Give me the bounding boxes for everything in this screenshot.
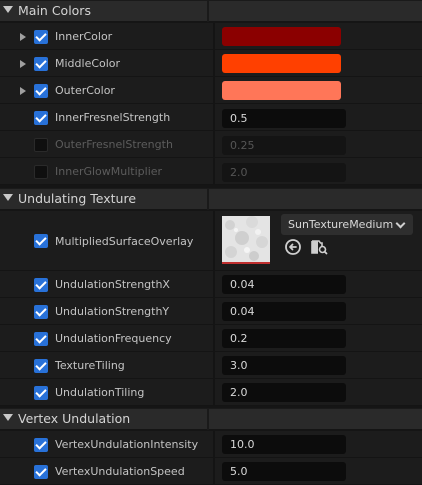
texture-tiling-input[interactable]: 3.0: [222, 356, 346, 375]
override-checkbox[interactable]: [34, 465, 48, 479]
vertex-speed-input[interactable]: 5.0: [222, 462, 346, 481]
inner-fresnel-input[interactable]: 0.5: [222, 109, 346, 128]
override-checkbox[interactable]: [34, 111, 48, 125]
override-checkbox[interactable]: [34, 278, 48, 292]
override-checkbox[interactable]: [34, 84, 48, 98]
strength-x-input[interactable]: 0.04: [222, 275, 346, 294]
override-checkbox[interactable]: [34, 234, 48, 248]
property-row-vertex-intensity: VertexUndulationIntensity 10.0: [0, 431, 422, 458]
section-title: Undulating Texture: [18, 191, 137, 206]
inner-color-swatch[interactable]: [222, 27, 341, 46]
column-divider[interactable]: [213, 158, 215, 184]
texture-asset-dropdown[interactable]: SunTextureMedium: [281, 214, 413, 235]
column-divider[interactable]: [213, 271, 215, 297]
column-divider[interactable]: [213, 131, 215, 157]
column-divider[interactable]: [213, 77, 215, 103]
override-checkbox[interactable]: [34, 305, 48, 319]
override-checkbox[interactable]: [34, 30, 48, 44]
dropdown-chevron-icon: [395, 218, 406, 229]
vertex-intensity-input[interactable]: 10.0: [222, 435, 346, 454]
property-row-vertex-speed: VertexUndulationSpeed 5.0: [0, 458, 422, 485]
override-checkbox[interactable]: [34, 165, 48, 179]
strength-y-input[interactable]: 0.04: [222, 302, 346, 321]
undulation-tiling-input[interactable]: 2.0: [222, 383, 346, 402]
column-divider[interactable]: [213, 379, 215, 405]
column-divider[interactable]: [213, 325, 215, 351]
property-row-inner-color: InnerColor: [0, 23, 422, 50]
middle-color-swatch[interactable]: [222, 54, 341, 73]
section-header-undulating-texture[interactable]: Undulating Texture: [0, 188, 422, 210]
property-row-inner-glow: InnerGlowMultiplier 2.0: [0, 158, 422, 185]
property-row-frequency: UndulationFrequency 0.2: [0, 325, 422, 352]
override-checkbox[interactable]: [34, 57, 48, 71]
column-divider[interactable]: [213, 211, 215, 270]
texture-asset-name: SunTextureMedium: [288, 218, 394, 231]
property-label: UndulationStrengthX: [55, 278, 170, 291]
browse-asset-icon[interactable]: [310, 238, 328, 256]
property-label: InnerGlowMultiplier: [55, 165, 163, 178]
property-label: InnerFresnelStrength: [55, 111, 171, 124]
property-label: OuterFresnelStrength: [55, 138, 173, 151]
property-row-undulation-tiling: UndulationTiling 2.0: [0, 379, 422, 406]
property-label: UndulationFrequency: [55, 332, 172, 345]
property-row-surface-overlay: MultipliedSurfaceOverlay SunTextureMediu…: [0, 211, 422, 271]
property-label: VertexUndulationIntensity: [55, 438, 199, 451]
row-expand-icon[interactable]: [20, 33, 26, 41]
property-row-outer-color: OuterColor: [0, 77, 422, 104]
property-label: InnerColor: [55, 30, 113, 43]
property-row-outer-fresnel: OuterFresnelStrength 0.25: [0, 131, 422, 158]
frequency-input[interactable]: 0.2: [222, 329, 346, 348]
section-collapse-icon[interactable]: [3, 194, 13, 201]
property-label: UndulationStrengthY: [55, 305, 170, 318]
section-header-vertex-undulation[interactable]: Vertex Undulation: [0, 408, 422, 430]
property-row-middle-color: MiddleColor: [0, 50, 422, 77]
override-checkbox[interactable]: [34, 386, 48, 400]
inner-glow-input: 2.0: [222, 163, 346, 182]
column-divider[interactable]: [213, 50, 215, 76]
property-label: MiddleColor: [55, 57, 121, 70]
override-checkbox[interactable]: [34, 359, 48, 373]
column-divider[interactable]: [207, 409, 209, 430]
column-divider[interactable]: [213, 104, 215, 130]
column-divider[interactable]: [207, 189, 209, 210]
column-divider[interactable]: [213, 23, 215, 49]
property-label: VertexUndulationSpeed: [55, 465, 185, 478]
section-title: Main Colors: [18, 3, 91, 18]
column-divider[interactable]: [207, 1, 209, 22]
section-collapse-icon[interactable]: [3, 6, 13, 13]
property-row-strength-x: UndulationStrengthX 0.04: [0, 271, 422, 298]
property-row-inner-fresnel: InnerFresnelStrength 0.5: [0, 104, 422, 131]
property-label: UndulationTiling: [55, 386, 145, 399]
override-checkbox[interactable]: [34, 332, 48, 346]
row-expand-icon[interactable]: [20, 60, 26, 68]
texture-thumbnail[interactable]: [222, 216, 270, 264]
column-divider[interactable]: [213, 458, 215, 484]
override-checkbox[interactable]: [34, 438, 48, 452]
column-divider[interactable]: [213, 298, 215, 324]
outer-fresnel-input: 0.25: [222, 136, 346, 155]
property-label: MultipliedSurfaceOverlay: [55, 235, 194, 248]
property-row-texture-tiling: TextureTiling 3.0: [0, 352, 422, 379]
property-row-strength-y: UndulationStrengthY 0.04: [0, 298, 422, 325]
section-collapse-icon[interactable]: [3, 414, 13, 421]
column-divider[interactable]: [213, 352, 215, 378]
section-header-main-colors[interactable]: Main Colors: [0, 0, 422, 22]
column-divider[interactable]: [213, 431, 215, 457]
use-selected-icon[interactable]: [284, 238, 302, 256]
outer-color-swatch[interactable]: [222, 81, 341, 100]
property-label: TextureTiling: [55, 359, 125, 372]
property-label: OuterColor: [55, 84, 115, 97]
section-title: Vertex Undulation: [18, 411, 131, 426]
row-expand-icon[interactable]: [20, 87, 26, 95]
override-checkbox[interactable]: [34, 138, 48, 152]
